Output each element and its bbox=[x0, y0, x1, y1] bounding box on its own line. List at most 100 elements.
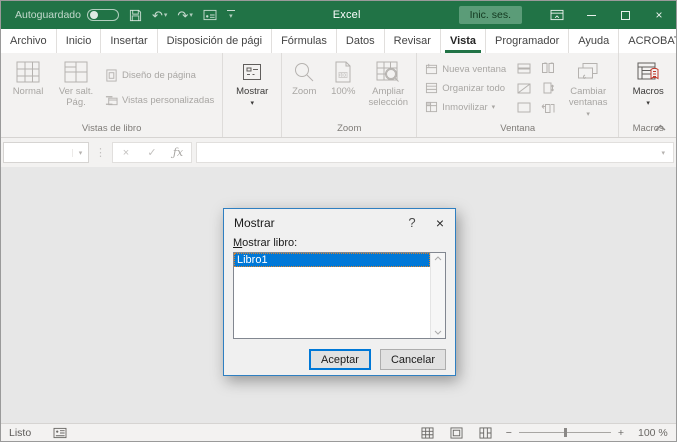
expand-formula-bar-icon[interactable]: ▾ bbox=[661, 149, 673, 157]
synchronous-scrolling-button[interactable] bbox=[538, 80, 558, 97]
listbox-scrollbar[interactable] bbox=[430, 253, 445, 338]
qat-dropdown-icon: ▾ bbox=[229, 12, 233, 20]
zoom-icon bbox=[293, 61, 315, 83]
tab-archivo[interactable]: Archivo bbox=[1, 29, 57, 53]
switch-windows-icon bbox=[576, 62, 600, 82]
arrange-all-button[interactable]: Organizar todo bbox=[422, 81, 509, 95]
cancel-button[interactable]: Cancelar bbox=[380, 349, 446, 370]
reset-window-position-button[interactable] bbox=[538, 99, 558, 116]
collapse-ribbon-icon bbox=[655, 124, 666, 131]
tab-ayuda[interactable]: Ayuda bbox=[569, 29, 619, 53]
mostrar-label: Mostrar bbox=[236, 87, 268, 98]
page-layout-button[interactable]: Diseño de página bbox=[102, 68, 217, 83]
dialog-help-button[interactable]: ? bbox=[399, 215, 425, 230]
freeze-panes-icon bbox=[425, 101, 438, 113]
unhide-window-icon bbox=[517, 102, 531, 113]
accessibility-checker-icon[interactable] bbox=[53, 427, 67, 439]
zoom-out-button[interactable]: − bbox=[506, 427, 512, 439]
name-box[interactable]: ▾ bbox=[3, 142, 89, 163]
page-layout-shortcut-icon[interactable] bbox=[450, 427, 463, 439]
tab-insertar[interactable]: Insertar bbox=[101, 29, 157, 53]
workbook-listbox[interactable]: Libro1 bbox=[233, 252, 446, 339]
ribbon: Normal Ver salt. Pág. Diseño de página V… bbox=[1, 53, 676, 138]
switch-windows-button[interactable]: Cambiar ventanas ▾ bbox=[561, 55, 615, 121]
list-item-libro1[interactable]: Libro1 bbox=[234, 253, 430, 267]
custom-views-icon bbox=[105, 94, 118, 107]
split-button[interactable] bbox=[514, 60, 534, 77]
hide-window-button[interactable] bbox=[514, 80, 534, 97]
zoom-percentage[interactable]: 100 % bbox=[638, 427, 668, 439]
sign-in-button[interactable]: Inic. ses. bbox=[459, 6, 522, 24]
minimize-button[interactable] bbox=[574, 1, 608, 29]
touch-mode-button[interactable] bbox=[203, 9, 217, 21]
group-vistas-de-libro: Normal Ver salt. Pág. Diseño de página V… bbox=[1, 53, 223, 137]
tab-inicio[interactable]: Inicio bbox=[57, 29, 102, 53]
autosave-toggle-group[interactable]: Autoguardado bbox=[15, 9, 119, 21]
synchronous-scrolling-icon bbox=[542, 82, 555, 94]
redo-button[interactable]: ↷▾ bbox=[177, 9, 192, 22]
tab-datos[interactable]: Datos bbox=[337, 29, 385, 53]
page-break-shortcut-icon[interactable] bbox=[479, 427, 492, 439]
status-right: − + 100 % bbox=[421, 427, 668, 439]
zoom-100-label: 100% bbox=[331, 87, 355, 98]
view-side-by-side-button[interactable] bbox=[538, 60, 558, 77]
accept-button[interactable]: Aceptar bbox=[309, 349, 371, 370]
dialog-close-button[interactable]: × bbox=[425, 215, 455, 231]
collapse-ribbon-button[interactable] bbox=[655, 124, 666, 131]
close-button[interactable]: × bbox=[642, 1, 676, 29]
name-box-dropdown-icon[interactable]: ▾ bbox=[72, 149, 88, 157]
tab-acrobat[interactable]: ACROBAT bbox=[619, 29, 677, 53]
scroll-down-icon[interactable] bbox=[434, 330, 442, 335]
tab-vista[interactable]: Vista bbox=[441, 29, 486, 53]
hide-window-icon bbox=[517, 83, 531, 94]
zoom-slider[interactable] bbox=[519, 427, 611, 438]
enter-entry-button[interactable]: ✓ bbox=[139, 146, 165, 159]
save-button[interactable] bbox=[129, 9, 142, 22]
autosave-toggle[interactable] bbox=[87, 9, 119, 21]
normal-view-shortcut-icon[interactable] bbox=[421, 427, 434, 439]
tab-revisar[interactable]: Revisar bbox=[385, 29, 441, 53]
reset-window-position-icon bbox=[541, 102, 555, 114]
dialog-titlebar[interactable]: Mostrar ? × bbox=[224, 209, 455, 236]
formula-bar-grip[interactable]: ⋮ bbox=[93, 146, 108, 159]
mostrar-group-button[interactable]: Mostrar ▾ bbox=[226, 55, 278, 132]
dialog-title: Mostrar bbox=[234, 216, 275, 230]
excel-window: Autoguardado ↶▾ ↷▾ ▾ Excel Inic. ses. bbox=[0, 0, 677, 442]
new-window-button[interactable]: Nueva ventana bbox=[422, 62, 509, 76]
insert-function-button[interactable]: ƒx bbox=[165, 146, 191, 159]
formula-bar: ▾ ⋮ × ✓ ƒx ▾ bbox=[1, 138, 676, 167]
scroll-up-icon[interactable] bbox=[434, 256, 442, 261]
customize-qat-button[interactable]: ▾ bbox=[227, 10, 235, 20]
zoom-in-button[interactable]: + bbox=[618, 427, 624, 439]
ribbon-tab-row: Archivo Inicio Insertar Disposición de p… bbox=[1, 29, 676, 53]
split-icon bbox=[517, 63, 531, 74]
undo-button[interactable]: ↶▾ bbox=[152, 9, 167, 22]
status-mode: Listo bbox=[9, 427, 31, 439]
page-layout-icon bbox=[105, 69, 118, 82]
macros-button[interactable]: Macros ▾ bbox=[622, 55, 674, 121]
page-break-preview-icon bbox=[64, 61, 88, 83]
tab-disposicion[interactable]: Disposición de pági bbox=[158, 29, 272, 53]
redo-dropdown-icon[interactable]: ▾ bbox=[189, 12, 193, 19]
zoom-button[interactable]: Zoom bbox=[285, 55, 323, 121]
maximize-button[interactable] bbox=[608, 1, 642, 29]
zoom-to-selection-button[interactable]: Ampliar selección bbox=[363, 55, 413, 121]
group-ventana: Nueva ventana Organizar todo Inmovilizar… bbox=[417, 53, 619, 137]
page-break-preview-button[interactable]: Ver salt. Pág. bbox=[54, 55, 98, 121]
normal-view-icon bbox=[16, 61, 40, 83]
custom-views-button[interactable]: Vistas personalizadas bbox=[102, 93, 217, 108]
undo-dropdown-icon[interactable]: ▾ bbox=[164, 12, 168, 19]
unhide-window-button[interactable] bbox=[514, 99, 534, 116]
dialog-body: Mostrar libro: Libro1 bbox=[224, 236, 455, 339]
freeze-panes-button[interactable]: Inmovilizar ▾ bbox=[422, 100, 509, 114]
zoom-100-button[interactable]: 100 100% bbox=[325, 55, 361, 121]
zoom-slider-handle[interactable] bbox=[564, 428, 567, 437]
normal-view-button[interactable]: Normal bbox=[4, 55, 52, 121]
tab-programador[interactable]: Programador bbox=[486, 29, 569, 53]
tab-formulas[interactable]: Fórmulas bbox=[272, 29, 337, 53]
group-macros: Macros ▾ Macros bbox=[619, 53, 677, 137]
cancel-entry-button[interactable]: × bbox=[113, 147, 139, 159]
ribbon-display-options-button[interactable] bbox=[540, 1, 574, 29]
formula-input[interactable]: ▾ bbox=[196, 142, 674, 163]
group-label-zoom: Zoom bbox=[285, 121, 413, 137]
